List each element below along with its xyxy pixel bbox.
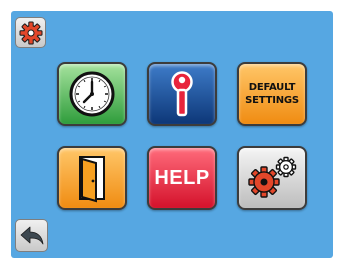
settings-shortcut-button[interactable] — [15, 17, 46, 48]
key-icon — [171, 71, 193, 117]
back-arrow-icon — [20, 226, 43, 244]
clock-button[interactable] — [57, 62, 127, 126]
gear-icon — [19, 21, 42, 44]
help-button[interactable]: HELP — [147, 146, 217, 210]
default-settings-button[interactable]: DEFAULT SETTINGS — [237, 62, 307, 126]
default-settings-label: DEFAULT SETTINGS — [245, 81, 299, 107]
default-settings-line1: DEFAULT — [248, 82, 296, 93]
access-code-button[interactable] — [147, 62, 217, 126]
control-panel-screen: DEFAULT SETTINGS HELP — [11, 11, 333, 258]
default-settings-line2: SETTINGS — [245, 95, 299, 106]
exit-door-icon — [79, 156, 105, 203]
help-label: HELP — [154, 166, 210, 189]
exit-button[interactable] — [57, 146, 127, 210]
advanced-settings-button[interactable] — [237, 146, 307, 210]
back-button[interactable] — [15, 219, 48, 252]
gears-icon — [248, 156, 297, 198]
clock-icon — [69, 71, 115, 117]
